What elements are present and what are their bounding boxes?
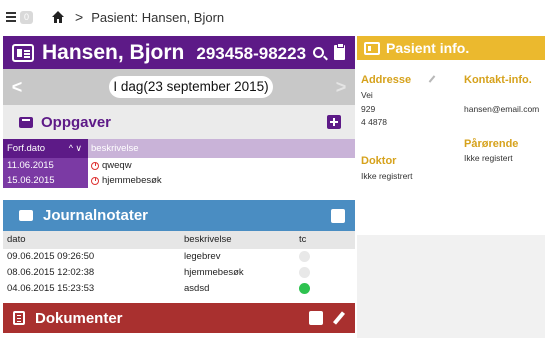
patient-panel: Hansen, Bjorn 293458-98223 < I dag(23 se…	[3, 36, 355, 338]
doktor-value: Ikke registrert	[361, 171, 413, 181]
oppgaver-header: Oppgaver	[3, 105, 355, 139]
patient-card-icon	[12, 43, 34, 62]
parorende-label: Pårørende	[464, 138, 519, 150]
column-beskrivelse[interactable]: beskrivelse	[88, 139, 355, 158]
column-beskrivelse[interactable]: beskrivelse	[184, 231, 299, 249]
next-date-button[interactable]: >	[327, 77, 355, 98]
patient-id: 293458-98223	[196, 43, 307, 63]
table-row[interactable]: 11.06.2015 qweqw	[3, 158, 355, 173]
clock-icon	[91, 161, 99, 170]
top-nav: 0 > Pasient: Hansen, Bjorn	[0, 0, 545, 34]
add-oppgave-button[interactable]	[327, 115, 341, 129]
clipboard-icon[interactable]	[334, 43, 345, 60]
table-row[interactable]: 08.06.2015 12:02:38 hjemmebesøk	[3, 265, 355, 281]
oppgaver-table-header: Forf.dato ^ ∨ beskrivelse	[3, 139, 355, 158]
clock-icon	[91, 176, 99, 185]
edit-icon[interactable]	[332, 311, 346, 325]
patient-card-icon	[364, 41, 380, 55]
search-icon[interactable]	[313, 47, 324, 58]
patient-info-body: Addresse Vei 929 4 4878 Kontakt-info. ha…	[357, 60, 545, 235]
table-row[interactable]: 04.06.2015 15:23:53 asdsd	[3, 281, 355, 297]
parorende-value: Ikke registert	[464, 153, 513, 163]
patient-info-header: Pasient info.	[357, 36, 545, 60]
patient-info-panel: Pasient info. Addresse Vei 929 4 4878 Ko…	[357, 36, 545, 338]
kontakt-email: hansen@email.com	[464, 104, 540, 114]
prev-date-button[interactable]: <	[3, 77, 31, 98]
tray-icon	[19, 210, 33, 221]
journal-title: Journalnotater	[43, 207, 149, 224]
status-dot-icon	[299, 267, 310, 278]
dokumenter-title: Dokumenter	[35, 309, 123, 327]
oppgaver-title: Oppgaver	[41, 113, 112, 131]
adresse-line: 929	[361, 104, 376, 114]
doktor-label: Doktor	[361, 155, 397, 167]
column-forfdato[interactable]: Forf.dato ^ ∨	[3, 139, 88, 158]
status-dot-icon	[299, 283, 310, 294]
menu-icon[interactable]	[6, 12, 16, 22]
breadcrumb[interactable]: Pasient: Hansen, Bjorn	[91, 10, 224, 25]
column-dato[interactable]: dato	[3, 231, 184, 249]
adresse-label: Addresse	[361, 74, 412, 86]
table-row[interactable]: 15.06.2015 hjemmebesøk	[3, 173, 355, 188]
journal-table-header: dato beskrivelse tc	[3, 231, 355, 249]
status-dot-icon	[299, 251, 310, 262]
notification-badge[interactable]: 0	[20, 10, 33, 24]
edit-address-icon[interactable]	[428, 75, 436, 83]
date-display[interactable]: I dag(23 september 2015)	[109, 76, 273, 98]
add-document-button[interactable]	[309, 311, 323, 325]
kontakt-label: Kontakt-info.	[464, 74, 532, 86]
breadcrumb-separator-icon: >	[75, 9, 84, 25]
patient-header: Hansen, Bjorn 293458-98223	[3, 36, 355, 69]
column-tc[interactable]: tc	[299, 231, 355, 249]
tray-icon	[19, 116, 33, 128]
dokumenter-header: Dokumenter	[3, 303, 355, 333]
adresse-line: Vei	[361, 90, 373, 100]
patient-info-title: Pasient info.	[386, 40, 470, 56]
patient-name: Hansen, Bjorn	[42, 40, 185, 64]
table-row[interactable]: 09.06.2015 09:26:50 legebrev	[3, 249, 355, 265]
sort-icon[interactable]: ^ ∨	[69, 139, 82, 158]
adresse-line: 4 4878	[361, 117, 387, 127]
home-icon[interactable]	[51, 10, 65, 24]
document-icon	[13, 311, 25, 325]
date-navigator: < I dag(23 september 2015) >	[3, 69, 355, 105]
journal-header: Journalnotater	[3, 200, 355, 231]
add-journal-button[interactable]	[331, 208, 345, 223]
